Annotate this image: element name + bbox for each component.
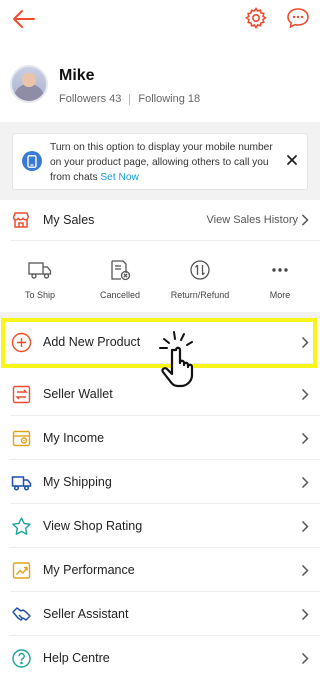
chevron-right-icon — [301, 476, 309, 489]
status-label: Cancelled — [99, 290, 141, 300]
top-bar — [0, 0, 320, 44]
my-sales-panel: My Sales View Sales History To Ship Canc… — [0, 200, 320, 312]
phone-display-notice: Turn on this option to display your mobi… — [12, 133, 308, 190]
truck-icon — [28, 262, 52, 279]
status-to-ship[interactable]: To Ship — [0, 250, 80, 305]
divider — [10, 547, 320, 548]
menu-item-help-centre[interactable]: Help Centre — [0, 637, 320, 680]
menu-item-label: Seller Assistant — [43, 607, 129, 621]
followers-count[interactable]: Followers 43 — [59, 93, 121, 105]
shop-icon — [12, 212, 30, 228]
divider — [10, 240, 320, 241]
status-cancelled[interactable]: Cancelled — [80, 250, 160, 305]
set-now-link[interactable]: Set Now — [100, 172, 139, 183]
chevron-right-icon — [301, 608, 309, 621]
menu-item-label: My Shipping — [43, 475, 112, 489]
my-sales-label: My Sales — [43, 213, 95, 227]
chevron-right-icon — [301, 388, 309, 401]
menu-item-my-income[interactable]: My Income — [0, 417, 320, 460]
handshake-icon — [12, 607, 31, 621]
menu-item-label: Seller Wallet — [43, 387, 113, 401]
chevron-right-icon — [301, 432, 309, 445]
menu-item-label: Help Centre — [43, 651, 110, 665]
view-sales-history-link[interactable]: View Sales History — [207, 214, 299, 226]
phone-icon — [22, 151, 42, 171]
menu-item-label: My Income — [43, 431, 105, 445]
cancelled-doc-icon — [111, 260, 131, 281]
chevron-right-icon — [301, 214, 309, 226]
notice-message: Turn on this option to display your mobi… — [50, 140, 282, 185]
chat-button[interactable] — [285, 6, 311, 30]
profile-name: Mike — [59, 67, 95, 84]
avatar[interactable] — [10, 65, 48, 103]
divider — [10, 459, 320, 460]
status-more[interactable]: More — [240, 250, 320, 305]
menu-item-view-shop-rating[interactable]: View Shop Rating — [0, 505, 320, 548]
chevron-right-icon — [301, 336, 309, 349]
divider — [10, 503, 320, 504]
wallet-icon — [12, 385, 31, 404]
menu-item-my-performance[interactable]: My Performance — [0, 549, 320, 592]
my-sales-row[interactable]: My Sales View Sales History — [0, 200, 320, 240]
following-count[interactable]: Following 18 — [138, 93, 200, 105]
chevron-right-icon — [301, 652, 309, 665]
profile-section — [0, 44, 320, 122]
tap-hand-icon — [159, 331, 194, 388]
close-icon — [287, 155, 297, 165]
menu-item-my-shipping[interactable]: My Shipping — [0, 461, 320, 504]
status-return-refund[interactable]: Return/Refund — [160, 250, 240, 305]
divider — [10, 415, 320, 416]
back-button[interactable] — [8, 6, 40, 32]
close-notice-button[interactable] — [286, 153, 298, 165]
stats-divider — [129, 93, 131, 105]
performance-chart-icon — [12, 562, 31, 579]
settings-button[interactable] — [244, 6, 268, 30]
help-icon — [12, 649, 31, 668]
menu-item-label: View Shop Rating — [43, 519, 143, 533]
shipping-truck-icon — [11, 476, 32, 491]
menu-item-seller-assistant[interactable]: Seller Assistant — [0, 593, 320, 636]
menu-item-label: My Performance — [43, 563, 135, 577]
status-label: More — [269, 290, 291, 300]
refund-icon — [190, 260, 210, 280]
status-label: Return/Refund — [170, 290, 230, 300]
divider — [10, 591, 320, 592]
order-status-grid: To Ship Cancelled Return/Refund More — [0, 250, 320, 305]
chat-bubble-icon — [287, 8, 309, 29]
divider — [10, 635, 320, 636]
more-dots-icon — [272, 268, 288, 272]
status-label: To Ship — [24, 290, 56, 300]
chevron-right-icon — [301, 564, 309, 577]
plus-circle-icon — [11, 332, 32, 353]
arrow-left-icon — [13, 10, 35, 28]
chevron-right-icon — [301, 520, 309, 533]
star-icon — [12, 517, 31, 535]
profile-stats: Followers 43 Following 18 — [59, 93, 200, 105]
gear-icon — [245, 7, 267, 29]
income-icon — [12, 430, 31, 447]
menu-item-label: Add New Product — [43, 335, 141, 349]
notice-text: Turn on this option to display your mobi… — [50, 142, 273, 183]
